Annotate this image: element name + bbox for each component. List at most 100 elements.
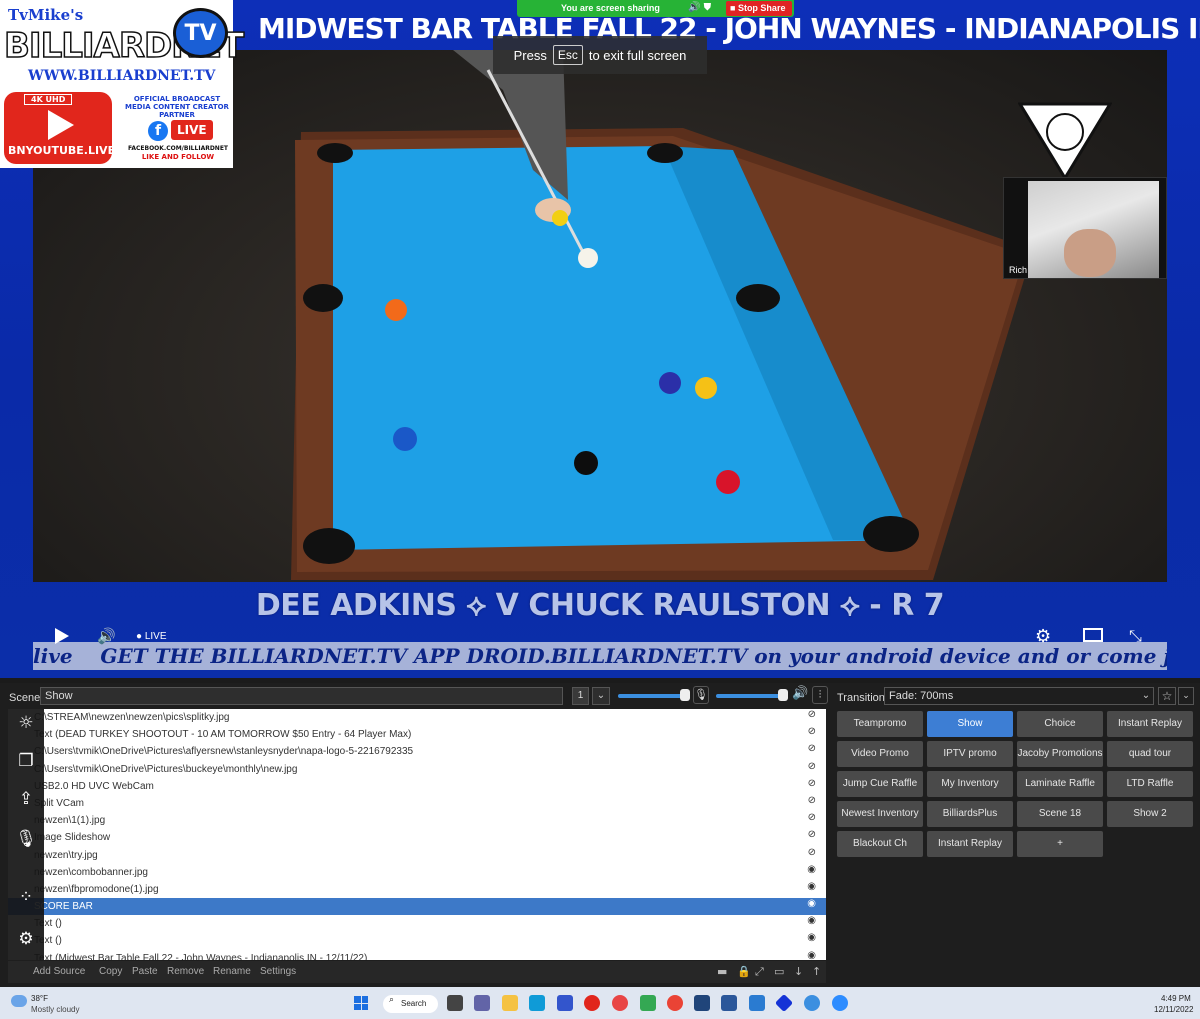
eye-icon[interactable]: ◉	[807, 864, 816, 875]
scene-button[interactable]: BilliardsPlus	[927, 801, 1013, 827]
play-icon[interactable]	[55, 628, 69, 644]
source-row[interactable]: Image Slideshow ⊘	[8, 829, 826, 846]
desktop-volume-thumb[interactable]	[778, 689, 788, 701]
volume-icon[interactable]: 🔊	[97, 627, 116, 645]
source-row[interactable]: Text (DEAD TURKEY SHOOTOUT - 10 AM TOMOR…	[8, 726, 826, 743]
scene-button[interactable]: quad tour	[1107, 741, 1193, 767]
scene-button[interactable]: Jump Cue Raffle	[837, 771, 923, 797]
app-icon-3[interactable]	[749, 995, 765, 1011]
source-row[interactable]: Split VCam ⊘	[8, 795, 826, 812]
taskbar-search[interactable]: ⌕ Search	[383, 995, 438, 1013]
gear-icon[interactable]: ⚙	[14, 929, 38, 949]
scene-select[interactable]: Show	[40, 687, 563, 705]
folder-icon[interactable]: ▬	[717, 965, 727, 978]
source-row[interactable]: C:\Users\tvmik\OneDrive\Pictures\buckeye…	[8, 761, 826, 778]
opera-icon[interactable]	[584, 995, 600, 1011]
add-source-button[interactable]: Add Source	[33, 966, 85, 977]
share-controls-icon[interactable]: 🔊 ⛊	[688, 2, 711, 13]
scene-button[interactable]: LTD Raffle	[1107, 771, 1193, 797]
scene-button[interactable]: Blackout Ch	[837, 831, 923, 857]
eye-hidden-icon[interactable]: ⊘	[808, 778, 816, 789]
source-row[interactable]: Text (Midwest Bar Table Fall 22 - John W…	[8, 950, 826, 960]
microphone-side-icon[interactable]: 🎙	[14, 829, 38, 849]
weather-temp[interactable]: 38°F	[31, 994, 48, 1003]
rename-button[interactable]: Rename	[213, 966, 251, 977]
add-scene-button[interactable]: +	[1017, 831, 1103, 857]
stop-share-button[interactable]: ■ Stop Share	[726, 1, 792, 16]
windows-start-icon[interactable]	[354, 996, 368, 1010]
speaker-icon[interactable]: 🔊	[792, 686, 808, 701]
scene-button[interactable]: My Inventory	[927, 771, 1013, 797]
app-icon-4[interactable]	[804, 995, 820, 1011]
source-row[interactable]: C:\STREAM\newzen\newzen\pics\splitky.jpg…	[8, 709, 826, 726]
settings-button[interactable]: Settings	[260, 966, 296, 977]
eye-hidden-icon[interactable]: ⊘	[808, 761, 816, 772]
mic-volume-thumb[interactable]	[680, 689, 690, 701]
maps-icon[interactable]	[612, 995, 628, 1011]
move-up-icon[interactable]: ↑	[812, 965, 821, 978]
app-icon[interactable]	[557, 995, 573, 1011]
mixer-icon[interactable]: ⫶	[812, 686, 828, 704]
source-row[interactable]: newzen\fbpromodone(1).jpg ◉	[8, 881, 826, 898]
eye-icon[interactable]: ◉	[807, 932, 816, 943]
scene-spinbox[interactable]: 1	[572, 687, 589, 705]
source-row[interactable]: USB2.0 HD UVC WebCam ⊘	[8, 778, 826, 795]
eye-hidden-icon[interactable]: ⊘	[808, 829, 816, 840]
picture-in-picture-icon[interactable]	[1083, 628, 1103, 642]
fullscreen-icon[interactable]: ⤡	[1129, 626, 1142, 646]
chevron-down-icon[interactable]: ⌄	[592, 687, 610, 705]
star-icon[interactable]: ☆	[1158, 687, 1176, 705]
eye-icon[interactable]: ◉	[807, 915, 816, 926]
edge-icon[interactable]	[529, 995, 545, 1011]
source-row[interactable]: Text () ◉	[8, 932, 826, 949]
source-row[interactable]: SCORE BAR ◉	[8, 898, 826, 916]
eye-hidden-icon[interactable]: ⊘	[808, 726, 816, 737]
eye-icon[interactable]: ◉	[807, 950, 816, 960]
scene-button[interactable]: Instant Replay	[1107, 711, 1193, 737]
eye-hidden-icon[interactable]: ⊘	[808, 847, 816, 858]
scene-button[interactable]: Teampromo	[837, 711, 923, 737]
brightness-icon[interactable]: ☼	[14, 713, 38, 733]
weather-cloud-icon[interactable]	[11, 995, 27, 1007]
paste-button[interactable]: Paste	[132, 966, 158, 977]
file-explorer-icon[interactable]	[502, 995, 518, 1011]
scene-button[interactable]: Video Promo	[837, 741, 923, 767]
chrome-icon[interactable]	[667, 995, 683, 1011]
screen-icon[interactable]: ▭	[774, 965, 784, 978]
eye-icon[interactable]: ◉	[807, 881, 816, 892]
microphone-icon[interactable]: 🎙	[693, 686, 709, 704]
word-icon[interactable]	[721, 995, 737, 1011]
scene-button[interactable]: Newest Inventory	[837, 801, 923, 827]
source-row[interactable]: newzen\combobanner.jpg ◉	[8, 864, 826, 881]
dots-grid-icon[interactable]: ⁘	[14, 887, 38, 907]
settings-gear-icon[interactable]: ⚙	[1035, 626, 1051, 647]
chevron-down-icon[interactable]: ⌄	[1138, 687, 1154, 705]
clock-time[interactable]: 4:49 PM	[1161, 994, 1191, 1003]
desktop-volume-slider[interactable]	[716, 694, 782, 698]
eye-hidden-icon[interactable]: ⊘	[808, 812, 816, 823]
scene-button[interactable]: Show	[927, 711, 1013, 737]
scene-button[interactable]: Laminate Raffle	[1017, 771, 1103, 797]
eye-hidden-icon[interactable]: ⊘	[808, 795, 816, 806]
move-down-icon[interactable]: ↓	[794, 965, 803, 978]
iptv-icon[interactable]	[694, 995, 710, 1011]
scene-button[interactable]: Choice	[1017, 711, 1103, 737]
lock-icon[interactable]: 🔒	[737, 965, 751, 978]
capture-icon[interactable]: ⇪	[14, 789, 38, 809]
app-icon-2[interactable]	[640, 995, 656, 1011]
source-row[interactable]: newzen\try.jpg ⊘	[8, 847, 826, 864]
source-row[interactable]: newzen\1(1).jpg ⊘	[8, 812, 826, 829]
eye-hidden-icon[interactable]: ⊘	[808, 709, 816, 720]
copy-button[interactable]: Copy	[99, 966, 122, 977]
task-view-icon[interactable]	[447, 995, 463, 1011]
chevron-down-icon[interactable]: ⌄	[1178, 687, 1194, 705]
teams-icon[interactable]	[474, 995, 490, 1011]
scene-button[interactable]: IPTV promo	[927, 741, 1013, 767]
clock-date[interactable]: 12/11/2022	[1154, 1005, 1193, 1014]
scene-button[interactable]: Scene 18	[1017, 801, 1103, 827]
sources-list[interactable]: C:\STREAM\newzen\newzen\pics\splitky.jpg…	[8, 709, 826, 960]
scene-button[interactable]: Show 2	[1107, 801, 1193, 827]
weather-desc[interactable]: Mostly cloudy	[31, 1005, 79, 1014]
diamond-app-icon[interactable]	[774, 993, 794, 1013]
source-row[interactable]: Text () ◉	[8, 915, 826, 932]
